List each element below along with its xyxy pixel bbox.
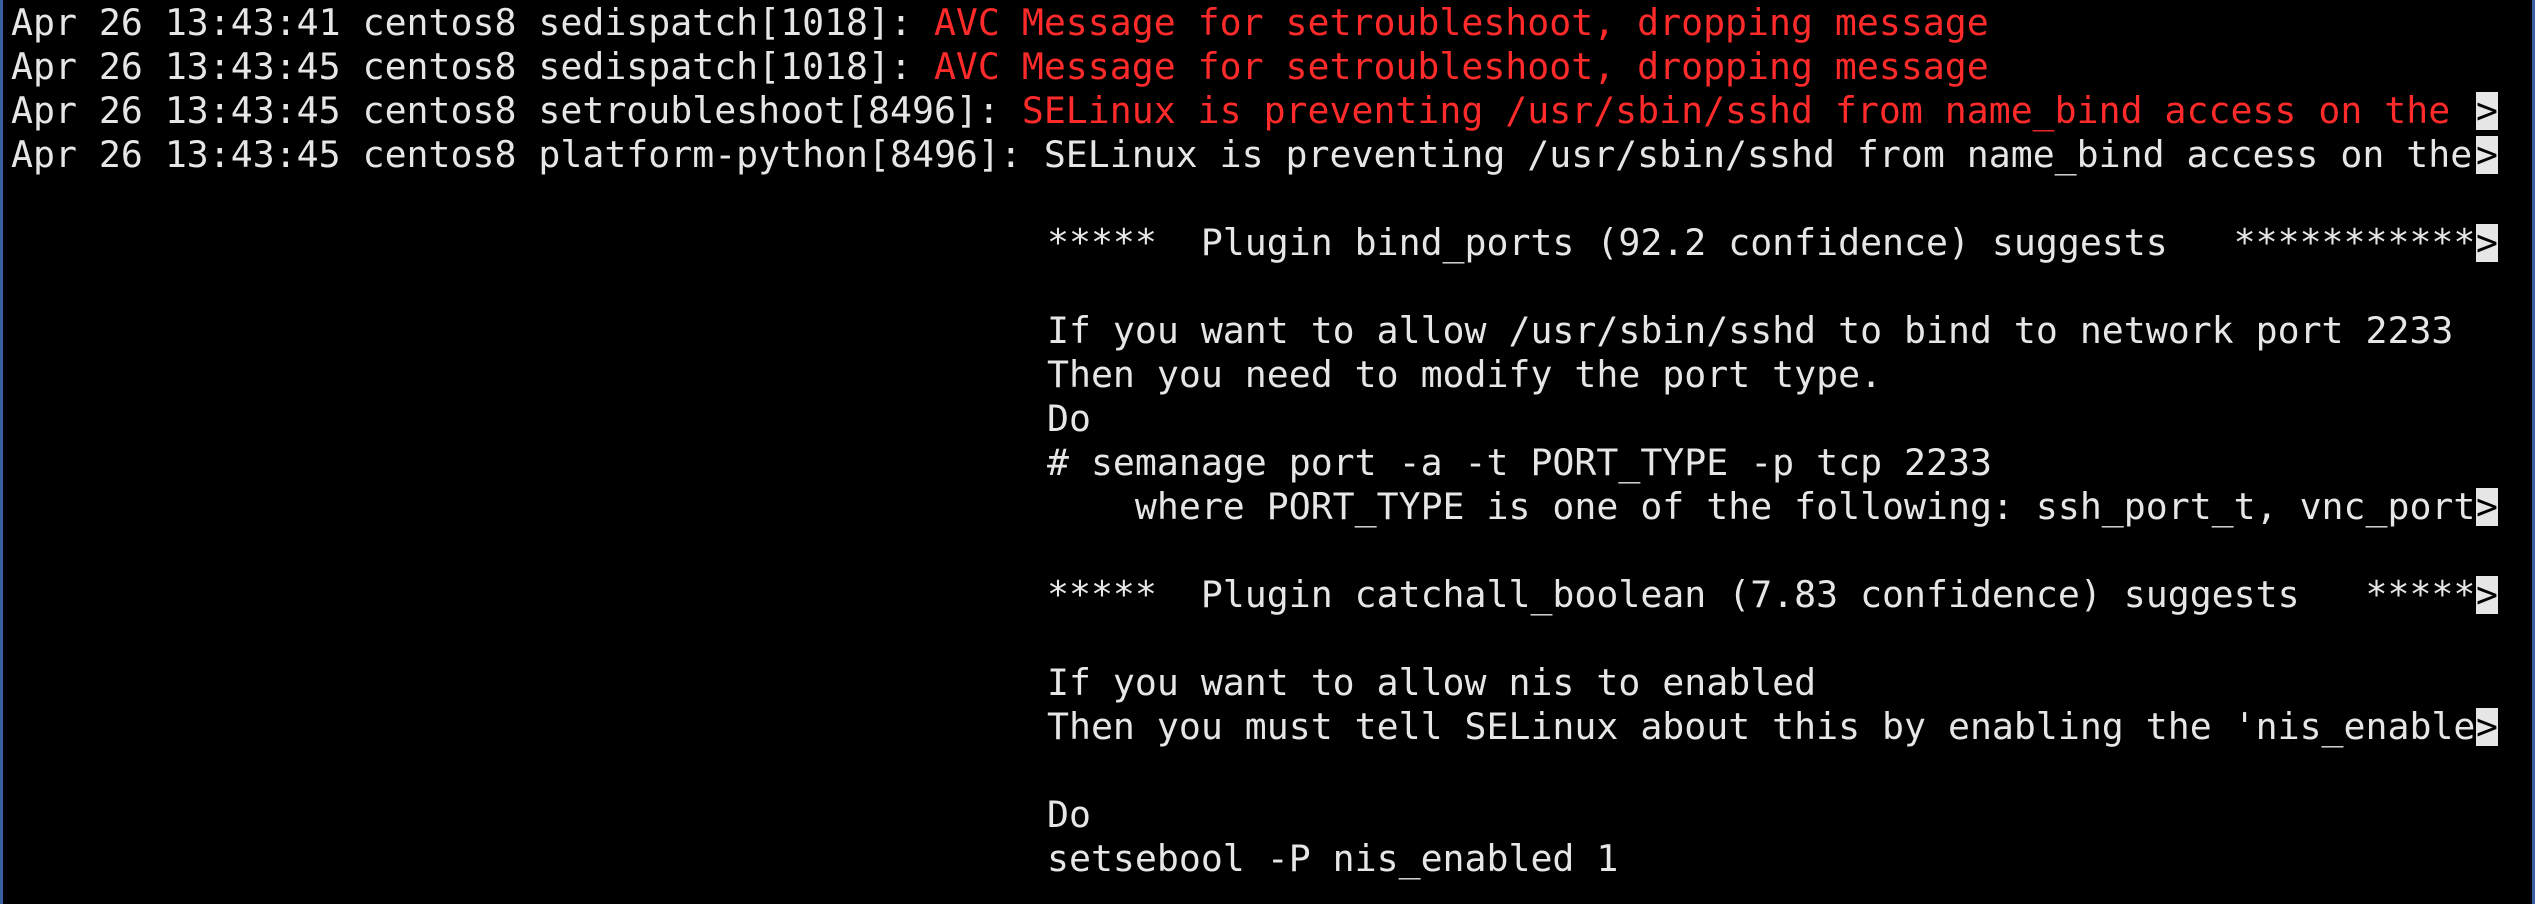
detail-line (11, 749, 1047, 793)
truncation-marker: > (2476, 488, 2498, 526)
detail-text: Then you need to modify the port type. (1047, 353, 1883, 396)
detail-text: ***** Plugin bind_ports (92.2 confidence… (1047, 221, 2476, 264)
detail-text: Do (1047, 397, 1091, 440)
truncation-marker: > (2476, 708, 2498, 746)
log-line-1: Apr 26 13:43:41 centos8 sedispatch[1018]… (11, 1, 1989, 45)
detail-text: Then you must tell SELinux about this by… (1047, 705, 2476, 748)
log-line-2: Apr 26 13:43:45 centos8 sedispatch[1018]… (11, 45, 1989, 89)
command-line: # semanage port -a -t PORT_TYPE -p tcp 2… (11, 441, 1992, 485)
log-prefix: Apr 26 13:43:45 centos8 setroubleshoot[8… (11, 89, 1022, 132)
detail-line: Do (11, 397, 1091, 441)
detail-line (11, 617, 1047, 661)
detail-text: If you want to allow /usr/sbin/sshd to b… (1047, 309, 2454, 352)
detail-line: If you want to allow nis to enabled (11, 661, 1816, 705)
detail-line (11, 529, 1047, 573)
log-message-error: AVC Message for setroubleshoot, dropping… (933, 1, 1989, 44)
detail-line: If you want to allow /usr/sbin/sshd to b… (11, 309, 2453, 353)
truncation-marker: > (2476, 92, 2498, 130)
detail-line (11, 265, 1047, 309)
plugin-suggestion-header: ***** Plugin bind_ports (92.2 confidence… (11, 221, 2475, 265)
log-prefix: Apr 26 13:43:45 centos8 sedispatch[1018]… (11, 45, 934, 88)
detail-text: ***** Plugin catchall_boolean (7.83 conf… (1047, 573, 2476, 616)
plugin-suggestion-header: ***** Plugin catchall_boolean (7.83 conf… (11, 573, 2475, 617)
detail-line: Then you need to modify the port type. (11, 353, 1882, 397)
log-prefix: Apr 26 13:43:41 centos8 sedispatch[1018]… (11, 1, 934, 44)
truncation-marker: > (2476, 224, 2498, 262)
command-line: setsebool -P nis_enabled 1 (11, 837, 1618, 881)
truncation-marker: > (2476, 576, 2498, 614)
detail-line: Then you must tell SELinux about this by… (11, 705, 2475, 749)
detail-text: # semanage port -a -t PORT_TYPE -p tcp 2… (1047, 441, 1992, 484)
log-line-4: Apr 26 13:43:45 centos8 platform-python[… (11, 133, 2472, 177)
log-message: SELinux is preventing /usr/sbin/sshd fro… (1043, 133, 2473, 176)
truncation-marker: > (2476, 136, 2498, 174)
terminal-window[interactable]: Apr 26 13:43:41 centos8 sedispatch[1018]… (0, 0, 2535, 904)
log-message-error: SELinux is preventing /usr/sbin/sshd fro… (1021, 89, 2473, 132)
detail-text: Do (1047, 793, 1091, 836)
detail-text: If you want to allow nis to enabled (1047, 661, 1817, 704)
log-prefix: Apr 26 13:43:45 centos8 platform-python[… (11, 133, 1044, 176)
log-line-3: Apr 26 13:43:45 centos8 setroubleshoot[8… (11, 89, 2472, 133)
log-message-error: AVC Message for setroubleshoot, dropping… (933, 45, 1989, 88)
detail-line (11, 177, 1047, 221)
detail-line: where PORT_TYPE is one of the following:… (11, 485, 2475, 529)
detail-text: where PORT_TYPE is one of the following:… (1047, 485, 2476, 528)
detail-line: Do (11, 793, 1091, 837)
detail-text: setsebool -P nis_enabled 1 (1047, 837, 1619, 880)
